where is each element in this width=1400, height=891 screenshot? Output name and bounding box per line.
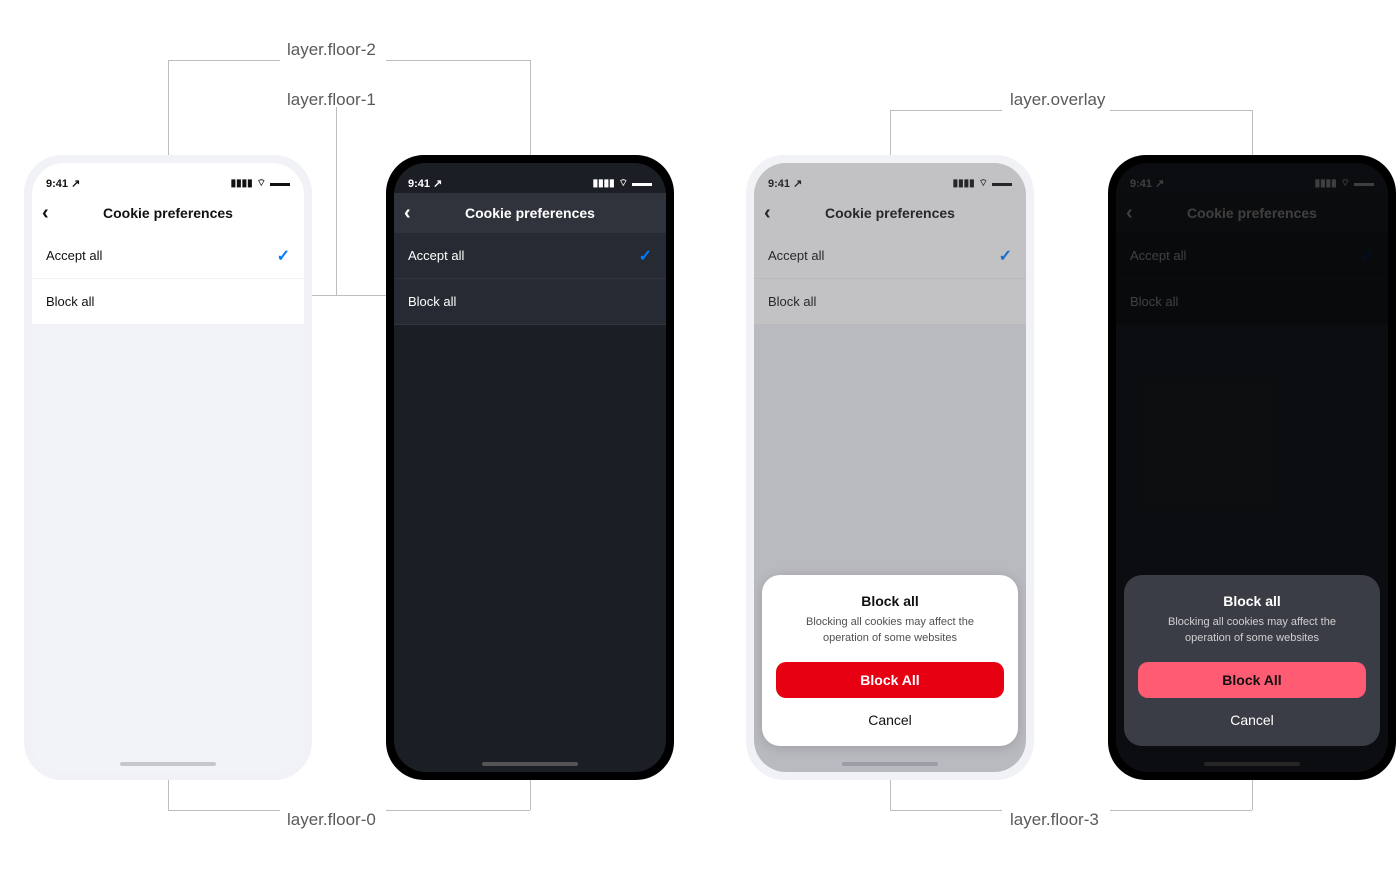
cancel-button[interactable]: Cancel [776, 706, 1004, 734]
location-icon: ↗︎ [433, 178, 442, 190]
list-row-label: Block all [46, 294, 94, 309]
status-bar: 9:41 ↗︎ ▮▮▮▮ ⌔ ▬▬ [394, 163, 666, 193]
home-indicator [482, 762, 578, 766]
leader-line [386, 810, 530, 811]
leader-line [168, 810, 280, 811]
leader-line [890, 110, 1002, 111]
leader-line [1110, 110, 1252, 111]
label-floor-2: layer.floor-2 [287, 40, 376, 60]
label-floor-1: layer.floor-1 [287, 90, 376, 110]
sheet-subtitle: Blocking all cookies may affect the oper… [1152, 615, 1352, 646]
sheet-title: Block all [776, 593, 1004, 609]
status-bar: 9:41 ↗︎ ▮▮▮▮ ⌔ ▬▬ [32, 163, 304, 193]
leader-line [336, 107, 337, 295]
action-sheet: Block all Blocking all cookies may affec… [762, 575, 1018, 746]
phone-dark: 9:41 ↗︎ ▮▮▮▮ ⌔ ▬▬ ‹ Cookie preferences A… [386, 155, 674, 780]
signal-icon: ▮▮▮▮ [593, 178, 615, 189]
label-overlay: layer.overlay [1010, 90, 1105, 110]
back-button[interactable]: ‹ [42, 203, 49, 223]
sheet-title: Block all [1138, 593, 1366, 609]
wifi-icon: ⌔ [257, 177, 266, 190]
status-time: 9:41 [46, 178, 68, 190]
list-row-accept-all[interactable]: Accept all ✓ [394, 233, 666, 279]
list-row-label: Accept all [46, 248, 102, 263]
check-icon: ✓ [639, 246, 652, 266]
block-all-button[interactable]: Block All [776, 662, 1004, 698]
nav-title: Cookie preferences [103, 205, 233, 221]
list-row-label: Accept all [408, 248, 464, 263]
list-row-accept-all[interactable]: Accept all ✓ [32, 233, 304, 279]
nav-title: Cookie preferences [465, 205, 595, 221]
wifi-icon: ⌔ [619, 177, 628, 190]
cancel-button[interactable]: Cancel [1138, 706, 1366, 734]
leader-line [1110, 810, 1252, 811]
signal-icon: ▮▮▮▮ [231, 178, 253, 189]
action-sheet: Block all Blocking all cookies may affec… [1124, 575, 1380, 746]
list-row-block-all[interactable]: Block all [32, 279, 304, 325]
nav-bar: ‹ Cookie preferences [32, 193, 304, 233]
back-button[interactable]: ‹ [404, 203, 411, 223]
list-row-block-all[interactable]: Block all [394, 279, 666, 325]
leader-line [890, 810, 1002, 811]
leader-line [168, 60, 280, 61]
phone-light-sheet: 9:41 ↗︎ ▮▮▮▮ ⌔ ▬▬ ‹ Cookie preferences A… [746, 155, 1034, 780]
leader-line [530, 60, 531, 156]
battery-icon: ▬▬ [270, 178, 290, 189]
phone-light: 9:41 ↗︎ ▮▮▮▮ ⌔ ▬▬ ‹ Cookie preferences A… [24, 155, 312, 780]
label-floor-0: layer.floor-0 [287, 810, 376, 830]
leader-line [386, 60, 530, 61]
label-floor-3: layer.floor-3 [1010, 810, 1099, 830]
list-row-label: Block all [408, 294, 456, 309]
home-indicator [120, 762, 216, 766]
sheet-subtitle: Blocking all cookies may affect the oper… [790, 615, 990, 646]
status-time: 9:41 [408, 178, 430, 190]
phone-dark-sheet: 9:41 ↗︎ ▮▮▮▮ ⌔ ▬▬ ‹ Cookie preferences A… [1108, 155, 1396, 780]
nav-bar: ‹ Cookie preferences [394, 193, 666, 233]
check-icon: ✓ [277, 246, 290, 266]
block-all-button[interactable]: Block All [1138, 662, 1366, 698]
battery-icon: ▬▬ [632, 178, 652, 189]
location-icon: ↗︎ [71, 178, 80, 190]
